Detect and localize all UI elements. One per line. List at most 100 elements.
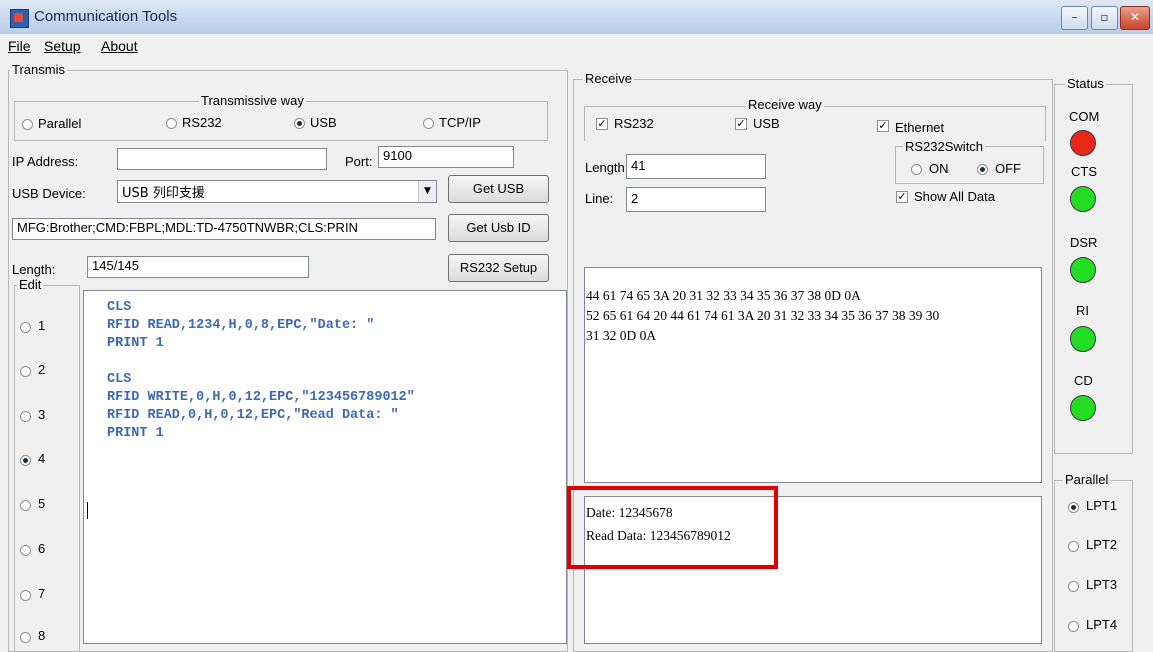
slot-radio-3[interactable] bbox=[20, 411, 31, 422]
com-indicator-icon bbox=[1070, 130, 1096, 156]
switch-on-radio[interactable] bbox=[911, 164, 922, 175]
usb-device-label: USB Device: bbox=[12, 186, 86, 201]
ip-address-label: IP Address: bbox=[12, 154, 79, 169]
menu-bar: File Setup About bbox=[0, 34, 1153, 58]
radio-tcpip[interactable] bbox=[423, 118, 434, 129]
code-line: RFID READ,1234,H,0,8,EPC,"Date: " bbox=[107, 318, 375, 333]
slot-label-1: 1 bbox=[38, 318, 46, 333]
radio-usb[interactable] bbox=[294, 118, 305, 129]
lpt3-radio[interactable] bbox=[1068, 581, 1079, 592]
close-button[interactable]: ✕ bbox=[1120, 6, 1150, 30]
slot-label-8: 8 bbox=[38, 628, 46, 643]
hex-line: 44 61 74 65 3A 20 31 32 33 34 35 36 37 3… bbox=[586, 288, 861, 303]
ethernet-checkbox-label: Ethernet bbox=[895, 120, 945, 135]
lpt4-label: LPT4 bbox=[1086, 617, 1118, 632]
highlight-box bbox=[567, 486, 778, 569]
maximize-button[interactable]: ▫ bbox=[1091, 6, 1118, 30]
lpt4-radio[interactable] bbox=[1068, 621, 1079, 632]
status-label-cd: CD bbox=[1074, 373, 1093, 388]
receive-line-label: Line: bbox=[585, 191, 614, 206]
show-all-data-label: Show All Data bbox=[914, 189, 995, 204]
slot-label-4: 4 bbox=[38, 451, 46, 466]
cts-indicator-icon bbox=[1070, 186, 1096, 212]
lpt1-label: LPT1 bbox=[1086, 498, 1118, 513]
rs232-setup-button[interactable]: RS232 Setup bbox=[448, 254, 549, 282]
radio-tcpip-label: TCP/IP bbox=[439, 115, 481, 130]
title-bar: Communication Tools – ▫ ✕ bbox=[0, 0, 1153, 35]
code-line: PRINT 1 bbox=[107, 336, 164, 351]
menu-file[interactable]: File bbox=[8, 38, 31, 54]
rs232-switch-label: RS232Switch bbox=[903, 139, 986, 154]
chevron-down-icon[interactable]: ▼ bbox=[418, 181, 436, 202]
receive-length-label: Length: bbox=[585, 160, 629, 175]
usb-checkbox[interactable]: ✓ bbox=[735, 118, 747, 130]
get-usb-button[interactable]: Get USB bbox=[448, 175, 549, 203]
show-all-data-checkbox[interactable]: ✓ bbox=[896, 191, 908, 203]
lpt2-label: LPT2 bbox=[1086, 537, 1118, 552]
window-title: Communication Tools bbox=[34, 8, 178, 25]
lpt3-label: LPT3 bbox=[1086, 577, 1118, 592]
lpt2-radio[interactable] bbox=[1068, 541, 1079, 552]
hex-line: 31 32 0D 0A bbox=[586, 328, 657, 343]
transmit-group-label: Transmis bbox=[10, 62, 67, 77]
status-label-cts: CTS bbox=[1071, 164, 1097, 179]
slot-radio-7[interactable] bbox=[20, 590, 31, 601]
edit-group-label: Edit bbox=[17, 277, 44, 292]
usb-checkbox-label: USB bbox=[753, 116, 780, 131]
slot-radio-5[interactable] bbox=[20, 500, 31, 511]
rs232-checkbox-label: RS232 bbox=[614, 116, 654, 131]
radio-parallel[interactable] bbox=[22, 119, 33, 130]
command-editor[interactable]: CLS RFID READ,1234,H,0,8,EPC,"Date: " PR… bbox=[83, 290, 567, 644]
receive-hex-area[interactable]: 44 61 74 65 3A 20 31 32 33 34 35 36 37 3… bbox=[584, 267, 1042, 483]
lpt1-radio[interactable] bbox=[1068, 502, 1079, 513]
switch-off-label: OFF bbox=[995, 161, 1021, 176]
radio-usb-label: USB bbox=[310, 115, 337, 130]
usb-id-field[interactable]: MFG:Brother;CMD:FBPL;MDL:TD-4750TNWBR;CL… bbox=[12, 218, 436, 240]
slot-label-2: 2 bbox=[38, 362, 46, 377]
code-line: PRINT 1 bbox=[107, 426, 164, 441]
code-line: RFID READ,0,H,0,12,EPC,"Read Data: " bbox=[107, 408, 399, 423]
usb-device-value: USB 列印支援 bbox=[122, 186, 205, 201]
ethernet-checkbox[interactable]: ✓ bbox=[877, 120, 889, 132]
receive-way-label: Receive way bbox=[746, 97, 824, 112]
status-label-com: COM bbox=[1069, 109, 1100, 124]
menu-setup[interactable]: Setup bbox=[44, 38, 81, 54]
ip-address-input[interactable] bbox=[117, 148, 327, 170]
code-line: RFID WRITE,0,H,0,12,EPC,"123456789012" bbox=[107, 390, 415, 405]
slot-radio-4[interactable] bbox=[20, 455, 31, 466]
slot-radio-8[interactable] bbox=[20, 632, 31, 643]
receive-group-label: Receive bbox=[583, 71, 634, 86]
slot-radio-6[interactable] bbox=[20, 545, 31, 556]
code-line: CLS bbox=[107, 372, 132, 387]
receive-line-field: 2 bbox=[626, 187, 766, 212]
radio-rs232[interactable] bbox=[166, 118, 177, 129]
slot-radio-2[interactable] bbox=[20, 366, 31, 377]
menu-about[interactable]: About bbox=[101, 38, 138, 54]
app-icon bbox=[10, 9, 29, 28]
transmissive-way-label: Transmissive way bbox=[199, 93, 306, 108]
parallel-group-label: Parallel bbox=[1063, 472, 1111, 487]
status-label-ri: RI bbox=[1076, 303, 1089, 318]
rs232-checkbox[interactable]: ✓ bbox=[596, 118, 608, 130]
slot-label-5: 5 bbox=[38, 496, 46, 511]
status-group-label: Status bbox=[1065, 76, 1106, 91]
slot-radio-1[interactable] bbox=[20, 322, 31, 333]
usb-device-select[interactable]: USB 列印支援 ▼ bbox=[117, 180, 437, 203]
slot-label-6: 6 bbox=[38, 541, 46, 556]
dsr-indicator-icon bbox=[1070, 257, 1096, 283]
hex-line: 52 65 61 64 20 44 61 74 61 3A 20 31 32 3… bbox=[586, 308, 940, 323]
slot-label-7: 7 bbox=[38, 586, 46, 601]
switch-off-radio[interactable] bbox=[977, 164, 988, 175]
radio-parallel-label: Parallel bbox=[38, 116, 82, 131]
get-usb-id-button[interactable]: Get Usb ID bbox=[448, 214, 549, 242]
receive-length-field: 41 bbox=[626, 154, 766, 179]
code-line: CLS bbox=[107, 300, 132, 315]
port-label: Port: bbox=[345, 154, 373, 169]
cd-indicator-icon bbox=[1070, 395, 1096, 421]
status-label-dsr: DSR bbox=[1070, 235, 1098, 250]
transmit-length-label: Length: bbox=[12, 262, 56, 277]
ri-indicator-icon bbox=[1070, 326, 1096, 352]
minimize-button[interactable]: – bbox=[1061, 6, 1088, 30]
radio-rs232-label: RS232 bbox=[182, 115, 222, 130]
port-input[interactable]: 9100 bbox=[378, 146, 514, 168]
